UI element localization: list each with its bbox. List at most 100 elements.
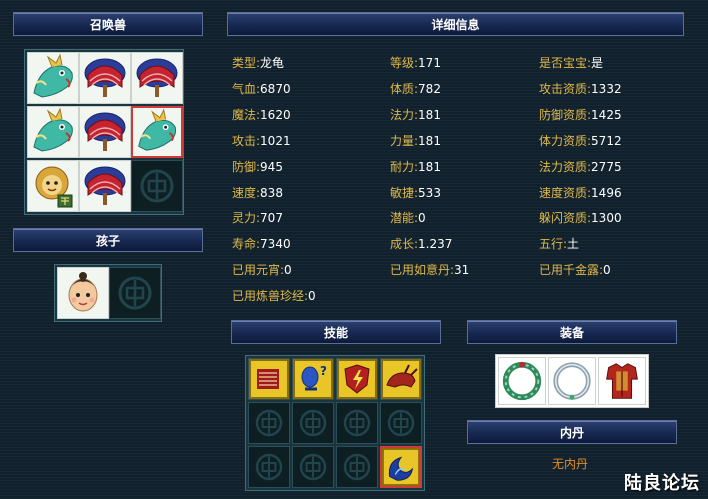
stat-col1-row-4: 攻击:1021 bbox=[232, 134, 291, 148]
stat-col3-row-4: 体力资质:5712 bbox=[539, 134, 622, 148]
stat-value: 是 bbox=[591, 56, 604, 70]
stat-col3-row-1: 是否宝宝:是 bbox=[539, 56, 603, 70]
stat-col3-row-2: 攻击资质:1332 bbox=[539, 82, 622, 96]
skill-slot-4[interactable] bbox=[380, 358, 422, 400]
summon-slot-5[interactable] bbox=[79, 106, 131, 158]
stat-value: 土 bbox=[567, 237, 580, 251]
equipment-grid bbox=[495, 354, 649, 408]
summon-slot-3[interactable] bbox=[131, 52, 183, 104]
stat-col1-row-10: 已用炼兽珍经:0 bbox=[232, 289, 316, 303]
neidan-header: 内丹 bbox=[467, 420, 677, 444]
stat-col2-row-9: 已用如意丹:31 bbox=[390, 263, 469, 277]
stat-value: 707 bbox=[260, 211, 283, 225]
summon-slot-2[interactable] bbox=[79, 52, 131, 104]
stat-col2-row-5: 耐力:181 bbox=[390, 160, 441, 174]
red-fan-icon bbox=[80, 107, 130, 157]
stat-label: 躲闪资质: bbox=[539, 211, 592, 225]
stat-label: 潜能: bbox=[390, 211, 419, 225]
stat-value: 171 bbox=[418, 56, 441, 70]
stat-col3-row-7: 躲闪资质:1300 bbox=[539, 211, 622, 225]
stat-col1-row-7: 灵力:707 bbox=[232, 211, 283, 225]
skill-slot-11[interactable] bbox=[336, 446, 378, 488]
summon-slot-6[interactable] bbox=[131, 106, 183, 158]
stat-col1-row-6: 速度:838 bbox=[232, 186, 283, 200]
empty-slot-icon bbox=[110, 268, 160, 318]
red-fan-icon bbox=[80, 161, 130, 211]
stat-col2-row-2: 体质:782 bbox=[390, 82, 441, 96]
empty-slot-icon bbox=[132, 161, 182, 211]
summon-slot-9[interactable] bbox=[131, 160, 183, 212]
stat-col2-row-1: 等级:171 bbox=[390, 56, 441, 70]
skills-grid: ? bbox=[245, 355, 425, 491]
detail-header: 详细信息 bbox=[227, 12, 684, 36]
stat-value: 龙龟 bbox=[260, 56, 285, 70]
skill-slot-7[interactable] bbox=[336, 402, 378, 444]
skill-slot-12[interactable] bbox=[380, 446, 422, 488]
stat-label: 耐力: bbox=[390, 160, 419, 174]
stat-col1-row-1: 类型:龙龟 bbox=[232, 56, 284, 70]
stat-value: 1.237 bbox=[418, 237, 453, 251]
stat-label: 五行: bbox=[539, 237, 568, 251]
forum-watermark: 陆良论坛 bbox=[624, 473, 700, 494]
neidan-empty-text: 无内丹 bbox=[552, 457, 589, 471]
skill-defense-icon bbox=[249, 359, 289, 399]
red-fan-icon bbox=[80, 53, 130, 103]
stat-value: 1620 bbox=[260, 108, 291, 122]
stat-label: 法力: bbox=[390, 108, 419, 122]
stat-label: 敏捷: bbox=[390, 186, 419, 200]
stat-value: 181 bbox=[418, 134, 441, 148]
skill-slot-10[interactable] bbox=[292, 446, 334, 488]
summon-slot-8[interactable] bbox=[79, 160, 131, 212]
summon-slot-1[interactable] bbox=[27, 52, 79, 104]
stat-col2-row-3: 法力:181 bbox=[390, 108, 441, 122]
stat-value: 181 bbox=[418, 160, 441, 174]
skill-water-wave-icon bbox=[382, 448, 420, 486]
stat-value: 1021 bbox=[260, 134, 291, 148]
skill-slot-5[interactable] bbox=[248, 402, 290, 444]
silver-ring-icon bbox=[549, 358, 595, 404]
empty-slot-icon bbox=[337, 447, 377, 487]
equipment-slot-1[interactable] bbox=[498, 357, 546, 405]
stat-value: 0 bbox=[284, 263, 292, 277]
stat-label: 成长: bbox=[390, 237, 419, 251]
child-header: 孩子 bbox=[13, 228, 203, 252]
stat-label: 力量: bbox=[390, 134, 419, 148]
stat-value: 5712 bbox=[591, 134, 622, 148]
skill-slot-9[interactable] bbox=[248, 446, 290, 488]
equipment-slot-2[interactable] bbox=[548, 357, 596, 405]
equipment-header: 装备 bbox=[467, 320, 677, 344]
skill-slot-2[interactable]: ? bbox=[292, 358, 334, 400]
summon-header: 召唤兽 bbox=[13, 12, 203, 36]
stat-value: 0 bbox=[308, 289, 316, 303]
stat-col1-row-5: 防御:945 bbox=[232, 160, 283, 174]
stat-label: 体质: bbox=[390, 82, 419, 96]
summon-slot-4[interactable] bbox=[27, 106, 79, 158]
stat-col3-row-5: 法力资质:2775 bbox=[539, 160, 622, 174]
stat-label: 攻击资质: bbox=[539, 82, 592, 96]
stat-value: 1332 bbox=[591, 82, 622, 96]
empty-slot-icon bbox=[293, 403, 333, 443]
child-slot-2[interactable] bbox=[109, 267, 161, 319]
stat-col2-row-4: 力量:181 bbox=[390, 134, 441, 148]
stat-value: 6870 bbox=[260, 82, 291, 96]
skill-slot-8[interactable] bbox=[380, 402, 422, 444]
child-slot-1[interactable] bbox=[57, 267, 109, 319]
stat-col3-row-8: 五行:土 bbox=[539, 237, 579, 251]
equipment-slot-3[interactable] bbox=[598, 357, 646, 405]
stat-label: 气血: bbox=[232, 82, 261, 96]
skill-slot-3[interactable] bbox=[336, 358, 378, 400]
stat-value: 945 bbox=[260, 160, 283, 174]
skill-slot-1[interactable] bbox=[248, 358, 290, 400]
red-fan-icon bbox=[132, 53, 182, 103]
stat-label: 已用元宵: bbox=[232, 263, 285, 277]
stat-col2-row-8: 成长:1.237 bbox=[390, 237, 452, 251]
skill-slot-6[interactable] bbox=[292, 402, 334, 444]
stat-value: 181 bbox=[418, 108, 441, 122]
stat-col1-row-2: 气血:6870 bbox=[232, 82, 291, 96]
summon-slot-7[interactable] bbox=[27, 160, 79, 212]
stat-label: 是否宝宝: bbox=[539, 56, 592, 70]
jade-ring-icon bbox=[499, 358, 545, 404]
stat-label: 防御资质: bbox=[539, 108, 592, 122]
golden-lion-icon bbox=[28, 161, 78, 211]
dragon-turtle-icon bbox=[28, 53, 78, 103]
